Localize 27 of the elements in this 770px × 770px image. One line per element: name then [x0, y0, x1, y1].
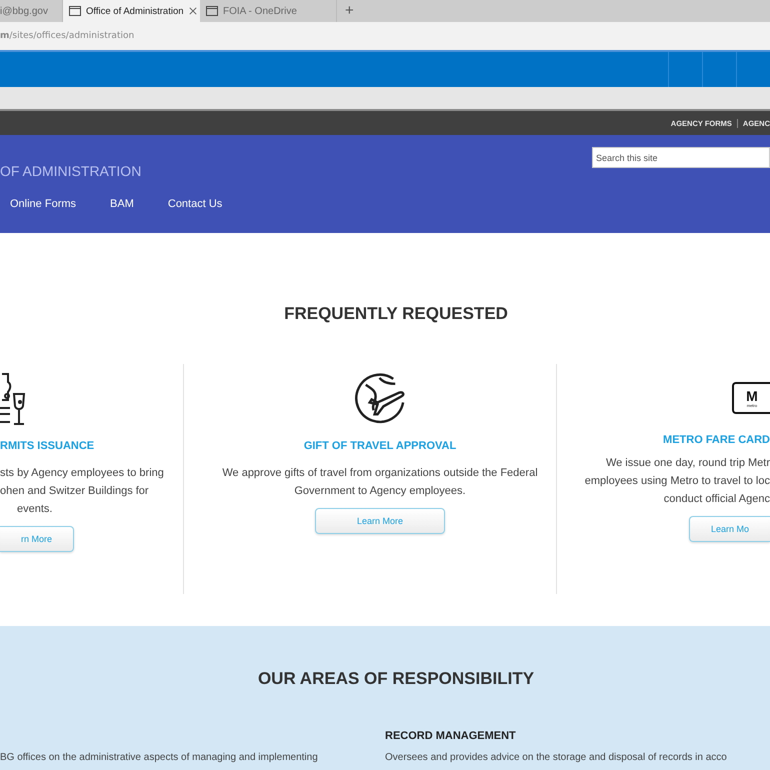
close-icon[interactable]: [188, 7, 197, 15]
learn-more-button[interactable]: Learn More: [315, 508, 445, 534]
nav-link[interactable]: BAM: [110, 198, 134, 210]
card-description: We issue one day, round trip Metr employees using Metro to travel to loc conduct official Agenc: [584, 456, 770, 507]
site-title: OF ADMINISTRATION: [0, 163, 142, 179]
card-title: GIFT OF TRAVEL APPROVAL: [304, 440, 456, 452]
new-tab-button[interactable]: +: [337, 0, 362, 22]
learn-more-button[interactable]: rn More: [0, 526, 74, 552]
section-heading: OUR AREAS OF RESPONSIBILITY: [256, 669, 536, 689]
card-description: sts by Agency employees to bring ohen and Switzer Buildings for events.: [0, 466, 164, 517]
area-description: BG offices on the administrative aspects of managing and implementing: [0, 752, 319, 763]
card-description: We approve gifts of travel from organizations outside the Federal Government to Agency employees.: [222, 466, 538, 499]
area-description: Oversees and provides advice on the storage and disposal of records in acco: [385, 752, 728, 763]
section-heading: FREQUENTLY REQUESTED: [283, 304, 508, 324]
card-title: METRO FARE CARD: [663, 434, 770, 446]
glasses-icon: [0, 372, 26, 426]
nav-link[interactable]: Online Forms: [10, 198, 76, 210]
nav-link[interactable]: Contact Us: [168, 198, 222, 210]
page-icon: [206, 6, 218, 16]
learn-more-button[interactable]: Learn Mo: [689, 516, 770, 542]
area-title: RECORD MANAGEMENT: [385, 730, 516, 742]
card-title: RMITS ISSUANCE: [0, 440, 94, 452]
search-field[interactable]: Search this site: [592, 147, 770, 168]
globe-plane-icon: [354, 373, 406, 426]
browser-tab[interactable]: Office of Administration: [63, 0, 200, 22]
page-icon: [69, 6, 81, 16]
address-bar[interactable]: m/sites/offices/administration: [0, 31, 134, 41]
